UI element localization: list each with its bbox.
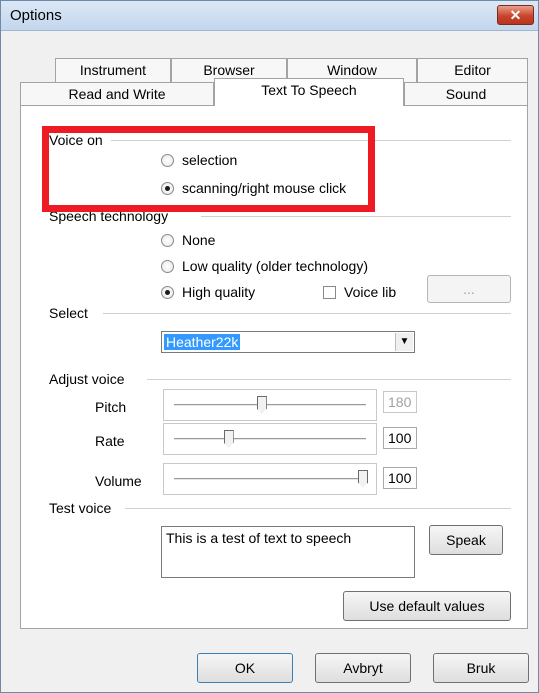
rate-slider-thumb[interactable] — [223, 430, 234, 448]
tab-editor[interactable]: Editor — [417, 58, 528, 82]
pitch-slider-track — [174, 404, 366, 407]
radio-low-quality-indicator — [161, 259, 174, 273]
voice-on-divider — [111, 140, 511, 141]
ok-button[interactable]: OK — [197, 653, 293, 683]
radio-high-quality-label: High quality — [182, 284, 256, 300]
close-icon: ✕ — [509, 7, 522, 23]
radio-high-quality[interactable]: High quality — [161, 284, 255, 300]
speak-button[interactable]: Speak — [429, 525, 503, 555]
tab-sound[interactable]: Sound — [404, 82, 528, 106]
radio-low-quality-label: Low quality (older technology) — [182, 258, 368, 274]
radio-high-quality-indicator — [161, 285, 174, 299]
voice-lib-browse-button[interactable]: ... — [427, 275, 511, 303]
voice-lib-checkbox-box — [323, 285, 336, 299]
radio-low-quality[interactable]: Low quality (older technology) — [161, 258, 368, 274]
select-divider — [103, 313, 511, 314]
chevron-down-icon[interactable]: ▼ — [395, 333, 413, 351]
radio-scanning-label: scanning/right mouse click — [182, 180, 347, 196]
apply-button[interactable]: Bruk — [433, 653, 529, 683]
tab-read-and-write[interactable]: Read and Write — [20, 82, 214, 106]
rate-slider[interactable] — [163, 423, 377, 455]
volume-value: 100 — [383, 467, 417, 489]
title-bar[interactable]: Options ✕ — [1, 1, 538, 31]
volume-label: Volume — [95, 473, 142, 489]
adjust-voice-label: Adjust voice — [49, 371, 131, 387]
radio-scanning[interactable]: scanning/right mouse click — [161, 180, 346, 196]
select-label: Select — [49, 305, 94, 321]
volume-slider[interactable] — [163, 463, 377, 495]
options-dialog: Options ✕ Instrument Browser Window Edit… — [0, 0, 539, 693]
radio-none-indicator — [161, 233, 174, 247]
voice-lib-checkbox[interactable]: Voice lib — [323, 284, 396, 300]
volume-slider-track — [174, 478, 366, 481]
speech-technology-label: Speech technology — [49, 208, 175, 224]
radio-none[interactable]: None — [161, 232, 215, 248]
cancel-button[interactable]: Avbryt — [315, 653, 411, 683]
pitch-slider[interactable] — [163, 389, 377, 421]
adjust-voice-divider — [147, 379, 511, 380]
pitch-value: 180 — [383, 391, 417, 413]
pitch-slider-thumb[interactable] — [256, 396, 267, 414]
radio-selection-indicator — [161, 153, 174, 167]
radio-none-label: None — [182, 232, 216, 248]
window-title: Options — [10, 7, 62, 24]
tab-text-to-speech[interactable]: Text To Speech — [214, 78, 404, 106]
volume-slider-thumb[interactable] — [358, 470, 368, 488]
test-voice-textarea[interactable]: This is a test of text to speech — [161, 526, 415, 578]
radio-selection-label: selection — [182, 152, 238, 168]
close-button[interactable]: ✕ — [497, 5, 534, 25]
voice-select[interactable]: Heather22k ▼ — [161, 331, 415, 353]
test-voice-divider — [125, 508, 511, 509]
voice-on-label: Voice on — [49, 132, 109, 148]
pitch-label: Pitch — [95, 399, 127, 415]
rate-slider-track — [174, 438, 366, 441]
rate-value: 100 — [383, 427, 417, 449]
speech-technology-divider — [201, 216, 511, 217]
voice-select-value: Heather22k — [164, 334, 241, 350]
tab-instrument[interactable]: Instrument — [55, 58, 171, 82]
radio-scanning-indicator — [161, 181, 174, 195]
radio-selection[interactable]: selection — [161, 152, 237, 168]
test-voice-label: Test voice — [49, 500, 118, 516]
use-default-values-button[interactable]: Use default values — [343, 591, 511, 621]
rate-label: Rate — [95, 433, 125, 449]
voice-lib-label: Voice lib — [344, 284, 397, 300]
